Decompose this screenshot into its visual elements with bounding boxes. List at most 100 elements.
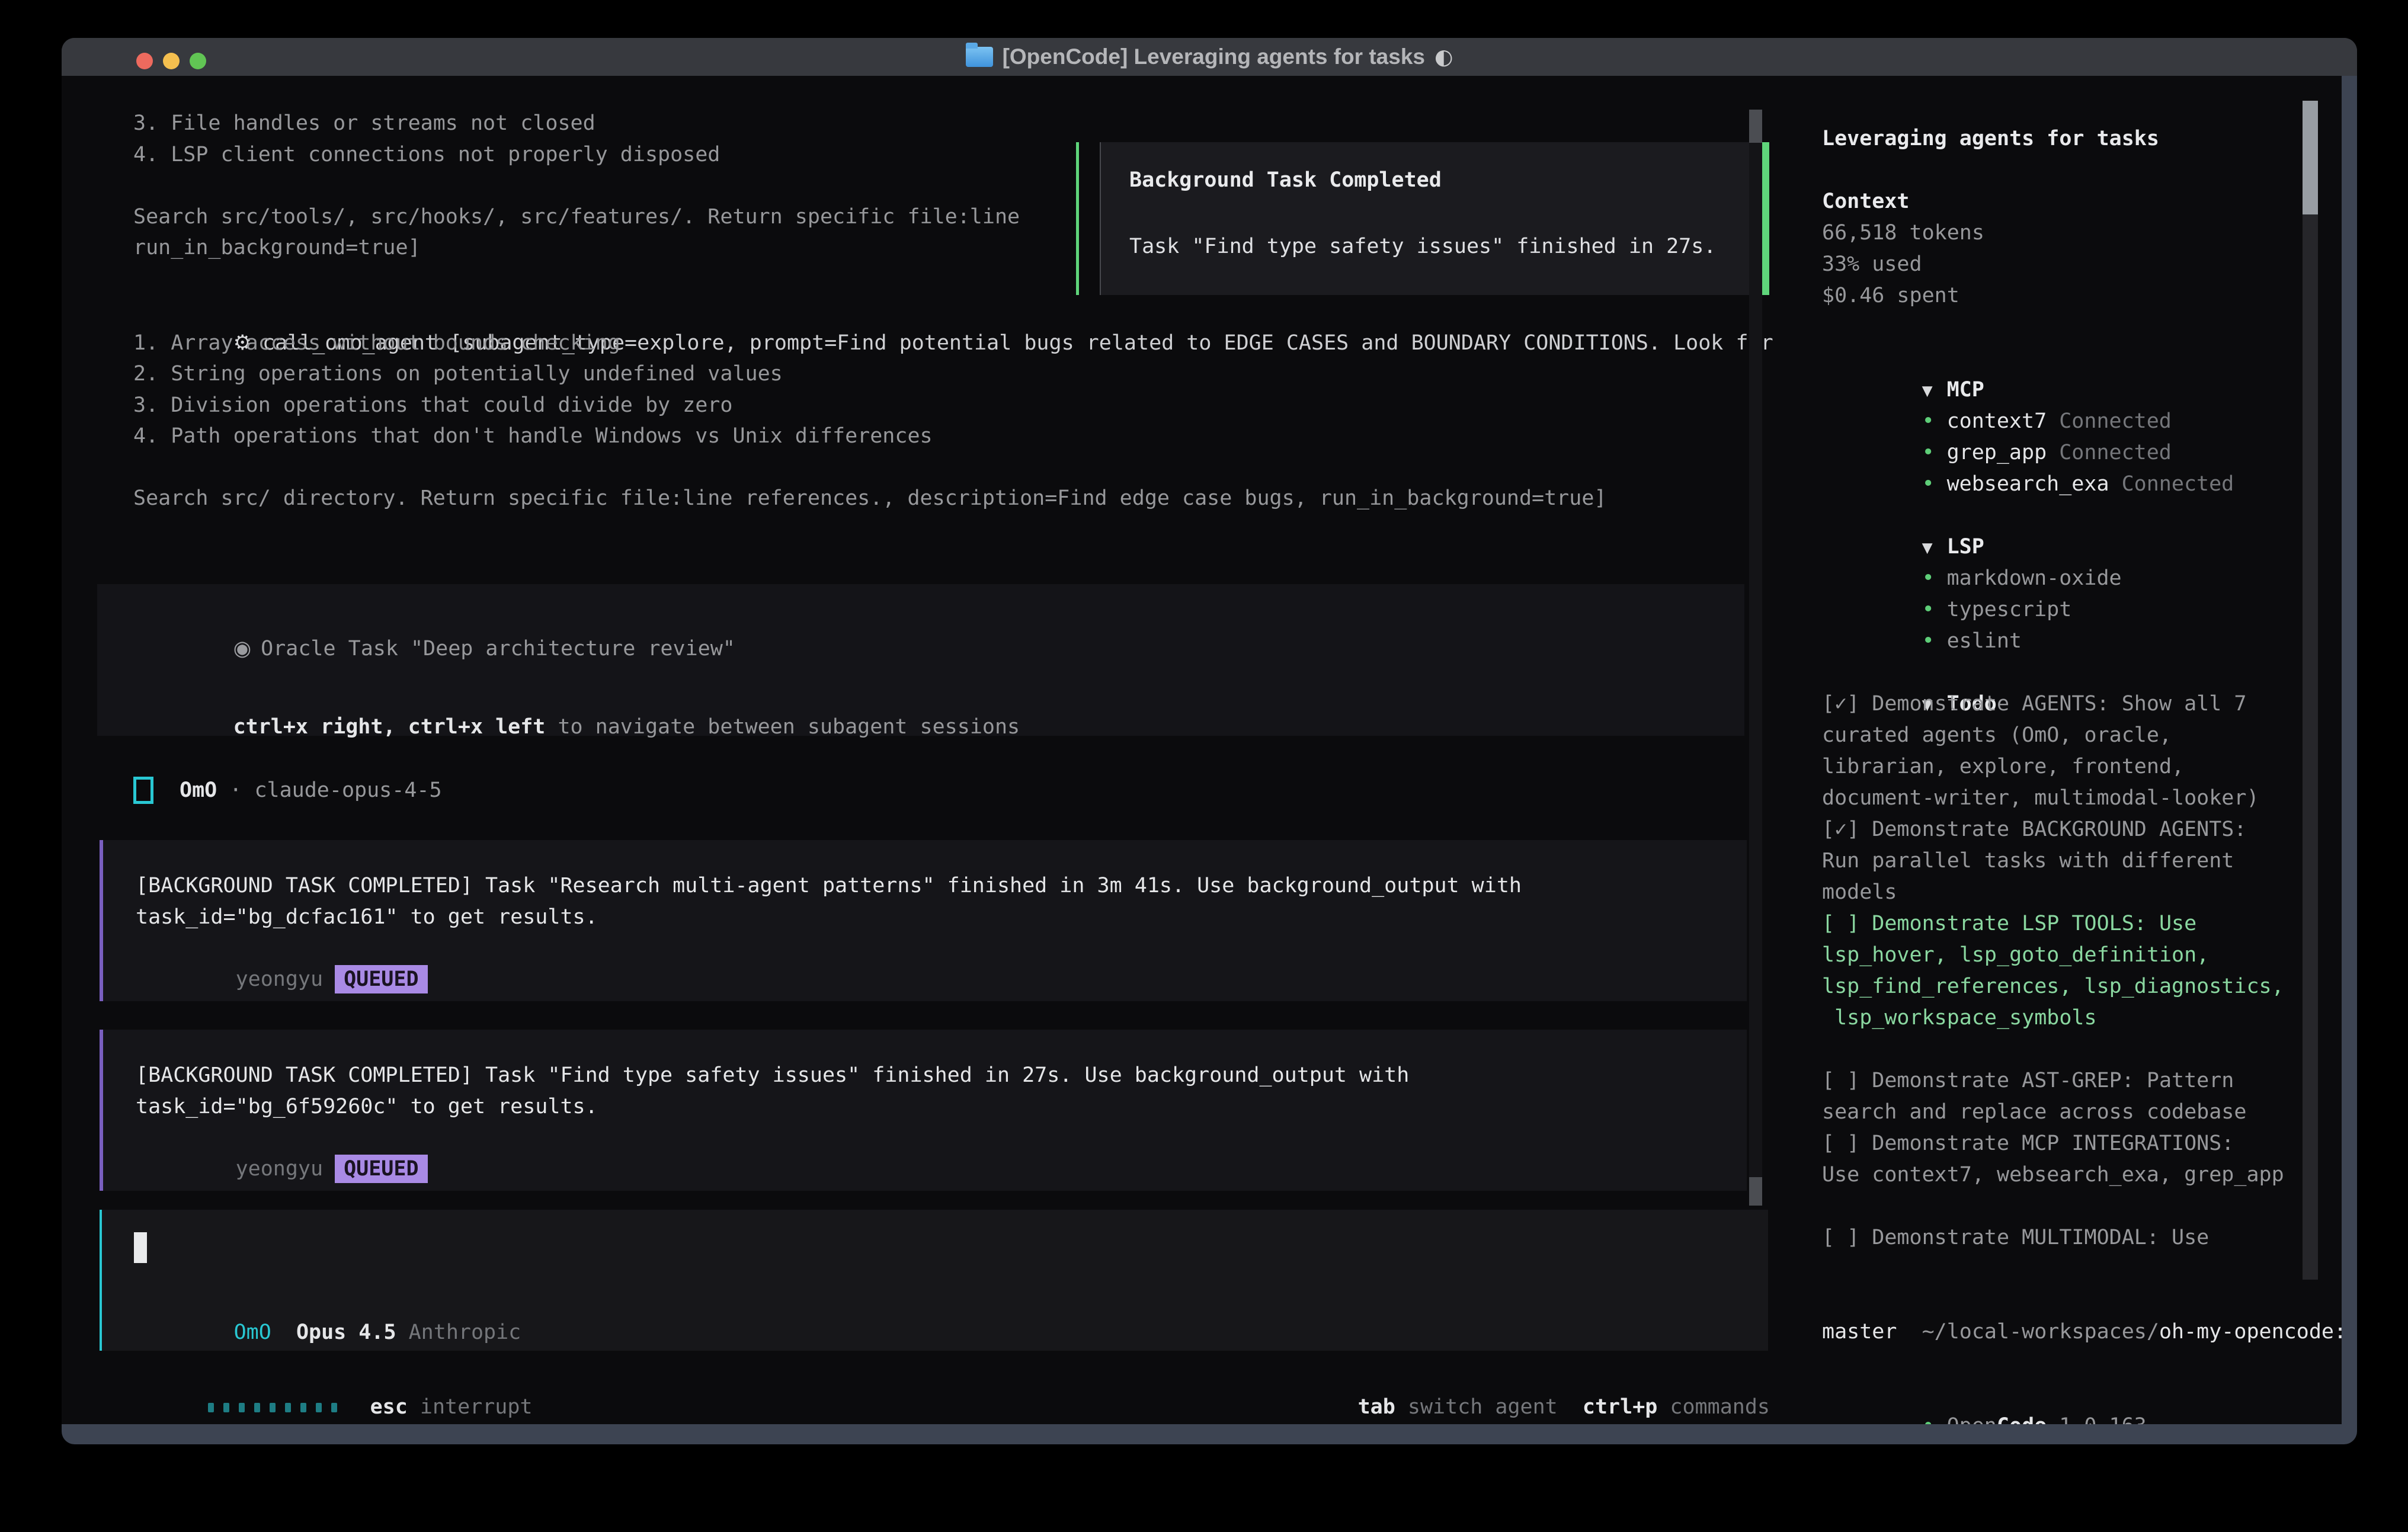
terminal-line: Search src/tools/, src/hooks/, src/featu… bbox=[133, 201, 1020, 233]
main-scrollbar[interactable] bbox=[1749, 110, 1762, 1206]
bullet-icon: • bbox=[1922, 469, 1947, 500]
keyboard-hint-keys: ctrl+x right, ctrl+x left bbox=[233, 715, 546, 739]
todo-item-line: [✓] Demonstrate BACKGROUND AGENTS: bbox=[1822, 814, 2302, 845]
lsp-name: markdown-oxide bbox=[1947, 566, 2122, 590]
terminal-line: 3. File handles or streams not closed bbox=[133, 108, 1020, 139]
app-window: [OpenCode] Leveraging agents for tasks ◐… bbox=[62, 38, 2357, 1444]
minimize-button[interactable] bbox=[163, 53, 180, 69]
scrollback-block: 3. File handles or streams not closed 4.… bbox=[133, 108, 1020, 264]
status-bar: esc interrupt tab switch agent ctrl+p co… bbox=[108, 1360, 1770, 1392]
task-author: yeongyu bbox=[236, 1157, 324, 1181]
terminal-line bbox=[133, 452, 1773, 483]
lsp-name: typescript bbox=[1947, 598, 2072, 621]
separator-dot: · bbox=[229, 778, 242, 802]
chevron-down-icon: ▼ bbox=[1922, 375, 1947, 406]
terminal-line: run_in_background=true] bbox=[133, 232, 1020, 264]
session-title: Leveraging agents for tasks bbox=[1822, 123, 2302, 155]
todo-item-line: librarian, explore, frontend, bbox=[1822, 751, 2302, 783]
todo-item-line: document-writer, multimodal-looker) bbox=[1822, 783, 2302, 814]
notification-title: Background Task Completed bbox=[1129, 165, 1442, 196]
workspace-path: ~/local-workspaces/oh-my-opencode: bbox=[1822, 1285, 2302, 1316]
mcp-status: Connected bbox=[2122, 472, 2234, 496]
title-bar[interactable]: [OpenCode] Leveraging agents for tasks ◐ bbox=[62, 38, 2357, 76]
todo-item-line-active: lsp_hover, lsp_goto_definition, bbox=[1822, 940, 2302, 971]
sidebar-scrollbar[interactable] bbox=[2303, 101, 2318, 1280]
workspace-path-prefix: ~/local-workspaces/ bbox=[1922, 1320, 2159, 1344]
status-badge: QUEUED bbox=[335, 965, 427, 993]
agent-name: OmO bbox=[180, 778, 217, 802]
task-author: yeongyu bbox=[236, 967, 324, 991]
mcp-section-header[interactable]: ▼MCP bbox=[1822, 343, 2302, 374]
notification-accent-bar bbox=[1076, 142, 1079, 295]
working-spinner-icon bbox=[208, 1392, 337, 1423]
prompt-input[interactable]: OmO Opus 4.5 Anthropic bbox=[100, 1210, 1768, 1351]
workspace-repo: oh-my-opencode: bbox=[2159, 1320, 2342, 1344]
app-name-bold: Code bbox=[1997, 1414, 2047, 1424]
keyboard-hint-label: to navigate between subagent sessions bbox=[545, 715, 1020, 739]
tab-key-hint: tab bbox=[1358, 1395, 1395, 1419]
todo-item-line-active: lsp_workspace_symbols bbox=[1822, 1002, 2302, 1034]
todo-item-line: curated agents (OmO, oracle, bbox=[1822, 720, 2302, 751]
text-cursor bbox=[134, 1232, 147, 1263]
bullet-icon: • bbox=[1922, 563, 1947, 594]
notification-body: Task "Find type safety issues" finished … bbox=[1129, 231, 1716, 262]
close-button[interactable] bbox=[136, 53, 153, 69]
context-tokens: 66,518 tokens bbox=[1822, 217, 2302, 249]
todo-item-line: [ ] Demonstrate AST-GREP: Pattern bbox=[1822, 1065, 2302, 1097]
agent-model: claude-opus-4-5 bbox=[254, 778, 441, 802]
bullet-icon: • bbox=[1922, 437, 1947, 469]
separator-dot bbox=[217, 778, 229, 802]
notification-toast[interactable]: Background Task Completed Task "Find typ… bbox=[1100, 142, 1769, 295]
background-task-message: [BACKGROUND TASK COMPLETED] Task "Find t… bbox=[100, 1030, 1747, 1191]
todo-item-line-active: [ ] Demonstrate LSP TOOLS: Use bbox=[1822, 908, 2302, 940]
todo-item-line: search and replace across codebase bbox=[1822, 1097, 2302, 1128]
folder-icon bbox=[966, 47, 993, 67]
zoom-button[interactable] bbox=[190, 53, 206, 69]
main-scrollbar-thumb[interactable] bbox=[1749, 1177, 1762, 1206]
mcp-name: context7 bbox=[1947, 409, 2047, 433]
window-title: [OpenCode] Leveraging agents for tasks bbox=[1003, 44, 1425, 69]
mcp-name: websearch_exa bbox=[1947, 472, 2109, 496]
mcp-status: Connected bbox=[2059, 441, 2172, 464]
terminal-line: 4. Path operations that don't handle Win… bbox=[133, 421, 1773, 452]
input-model-name: Opus 4.5 bbox=[296, 1321, 396, 1344]
context-spent: $0.46 spent bbox=[1822, 280, 2302, 312]
mcp-status: Connected bbox=[2059, 409, 2172, 433]
lsp-name: eslint bbox=[1947, 629, 2022, 653]
oracle-task-card[interactable]: ◉Oracle Task "Deep architecture review" … bbox=[97, 584, 1744, 736]
agent-session-header: OmO · claude-opus-4-5 bbox=[133, 774, 442, 807]
task-message-line: task_id="bg_6f59260c" to get results. bbox=[136, 1091, 1747, 1123]
session-indicator-icon: ◐ bbox=[1434, 45, 1453, 69]
sidebar: Leveraging agents for tasks Context 66,5… bbox=[1822, 123, 2302, 1411]
todo-item-line: Use context7, websearch_exa, grep_app bbox=[1822, 1159, 2302, 1191]
tab-key-label: switch agent bbox=[1395, 1395, 1558, 1419]
todo-item-line-active: lsp_find_references, lsp_diagnostics, bbox=[1822, 971, 2302, 1002]
bullet-icon: • bbox=[1922, 626, 1947, 657]
terminal-line: 2. String operations on potentially unde… bbox=[133, 358, 1773, 390]
oracle-task-title: Oracle Task "Deep architecture review" bbox=[261, 637, 735, 661]
terminal-viewport: 3. File handles or streams not closed 4.… bbox=[62, 76, 2342, 1424]
agent-icon bbox=[133, 777, 153, 804]
task-message-line: task_id="bg_dcfac161" to get results. bbox=[136, 902, 1747, 933]
esc-key-hint: esc bbox=[370, 1395, 408, 1419]
sidebar-scrollbar-thumb[interactable] bbox=[2303, 101, 2318, 214]
commands-key-label: commands bbox=[1657, 1395, 1770, 1419]
terminal-line bbox=[133, 170, 1020, 201]
chevron-down-icon: ▼ bbox=[1922, 532, 1947, 563]
bullet-icon: • bbox=[1922, 406, 1947, 437]
terminal-line: 3. Division operations that could divide… bbox=[133, 390, 1773, 421]
context-used: 33% used bbox=[1822, 249, 2302, 280]
task-message-line: [BACKGROUND TASK COMPLETED] Task "Find t… bbox=[136, 1060, 1747, 1091]
bullet-icon: • bbox=[1922, 594, 1947, 626]
task-message-line: [BACKGROUND TASK COMPLETED] Task "Resear… bbox=[136, 870, 1747, 902]
app-name-dim: Open bbox=[1947, 1414, 1997, 1424]
todo-item-line: [ ] Demonstrate MULTIMODAL: Use bbox=[1822, 1222, 2302, 1254]
status-badge: QUEUED bbox=[335, 1155, 427, 1183]
todo-item-line: [✓] Demonstrate AGENTS: Show all 7 bbox=[1822, 688, 2302, 720]
app-version: •OpenCode 1.0.163 bbox=[1822, 1379, 2302, 1411]
terminal-line: Search src/ directory. Return specific f… bbox=[133, 483, 1773, 514]
terminal-line: 4. LSP client connections not properly d… bbox=[133, 139, 1020, 171]
esc-key-label: interrupt bbox=[408, 1395, 533, 1419]
todo-item-line: models bbox=[1822, 877, 2302, 908]
main-scrollbar-thumb[interactable] bbox=[1749, 110, 1762, 143]
